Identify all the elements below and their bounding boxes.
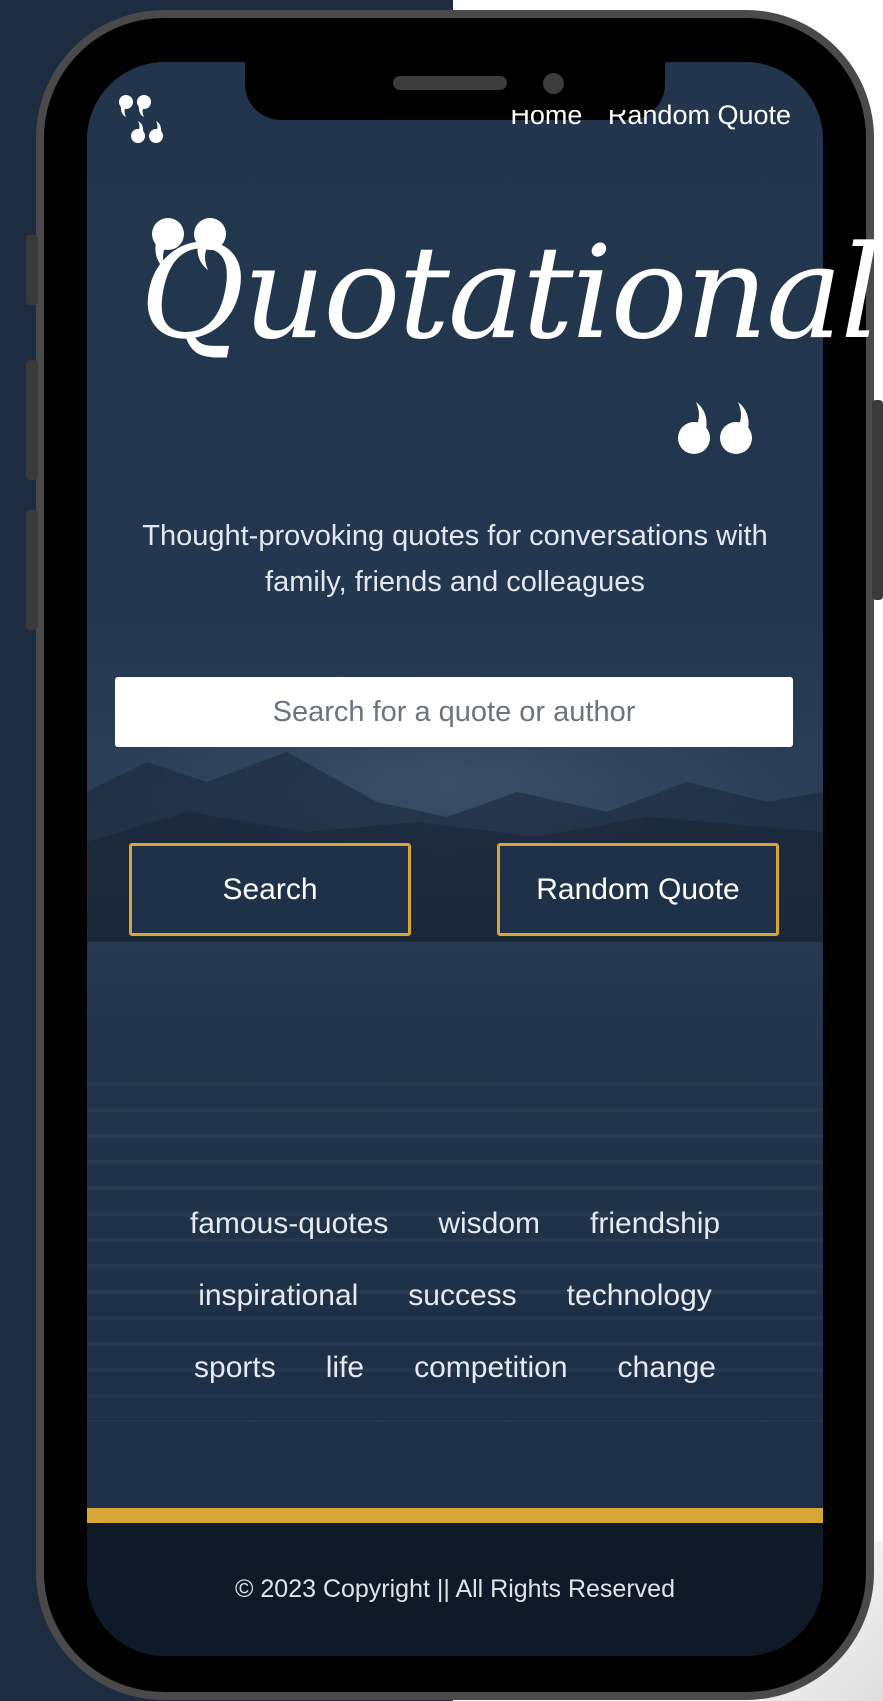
- tag-friendship[interactable]: friendship: [590, 1207, 720, 1241]
- phone-side-button-mute: [26, 235, 38, 305]
- tag-row-3: sports life competition change: [87, 1351, 823, 1385]
- tag-change[interactable]: change: [618, 1351, 716, 1385]
- tagline-line-2: family, friends and colleagues: [265, 566, 645, 598]
- tag-competition[interactable]: competition: [414, 1351, 567, 1385]
- random-quote-button[interactable]: Random Quote: [497, 843, 779, 936]
- tag-row-2: inspirational success technology: [87, 1279, 823, 1313]
- phone-camera-overlay: [543, 73, 564, 94]
- tag-technology[interactable]: technology: [567, 1279, 712, 1313]
- search-button[interactable]: Search: [129, 843, 411, 936]
- tagline: Thought-provoking quotes for conversatio…: [100, 513, 810, 605]
- phone-speaker-overlay: [393, 76, 507, 90]
- site-logo-text: Quotational: [140, 219, 881, 368]
- search-input[interactable]: [115, 677, 793, 747]
- tag-famous-quotes[interactable]: famous-quotes: [190, 1207, 388, 1241]
- tag-wisdom[interactable]: wisdom: [438, 1207, 540, 1241]
- footer-copyright: © 2023 Copyright || All Rights Reserved: [235, 1575, 675, 1603]
- tagline-line-1: Thought-provoking quotes for conversatio…: [142, 520, 768, 552]
- quote-marks-icon[interactable]: [116, 90, 176, 150]
- phone-side-button-volume-up: [26, 360, 38, 480]
- phone-side-button-volume-down: [26, 510, 38, 630]
- logo-close-quote-icon: [678, 402, 752, 454]
- tag-inspirational[interactable]: inspirational: [198, 1279, 358, 1313]
- tag-row-1: famous-quotes wisdom friendship: [87, 1207, 823, 1241]
- tag-sports[interactable]: sports: [194, 1351, 276, 1385]
- tag-life[interactable]: life: [326, 1351, 364, 1385]
- tag-success[interactable]: success: [408, 1279, 516, 1313]
- phone-side-button-power: [872, 400, 883, 600]
